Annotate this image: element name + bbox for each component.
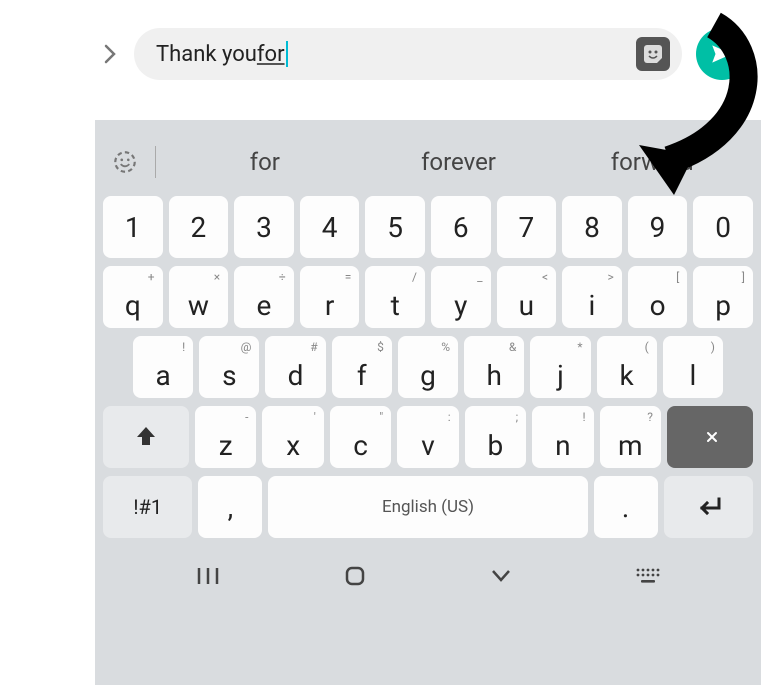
key-s[interactable]: @s: [199, 336, 259, 398]
key-3[interactable]: 3: [234, 196, 294, 258]
key-8[interactable]: 8: [562, 196, 622, 258]
compose-bar: Thank you for: [0, 0, 768, 100]
key-f[interactable]: $f: [332, 336, 392, 398]
key-k[interactable]: (k: [597, 336, 657, 398]
key-y[interactable]: _y: [431, 266, 491, 328]
suggestion-3[interactable]: forward: [555, 148, 749, 176]
message-text: Thank you for: [156, 41, 288, 67]
suggestion-2[interactable]: forever: [362, 148, 556, 176]
key-j[interactable]: *j: [530, 336, 590, 398]
suggestion-bar: for forever forward: [95, 132, 761, 192]
row-zxcv: -z 'x "c :v ;b !n ?m: [95, 402, 761, 472]
key-9[interactable]: 9: [628, 196, 688, 258]
backspace-key[interactable]: [667, 406, 753, 468]
key-q[interactable]: +q: [103, 266, 163, 328]
key-a[interactable]: !a: [133, 336, 193, 398]
keyboard-switch-icon[interactable]: [628, 562, 668, 590]
key-c[interactable]: "c: [330, 406, 391, 468]
key-2[interactable]: 2: [169, 196, 229, 258]
key-e[interactable]: ÷e: [234, 266, 294, 328]
period-key[interactable]: .: [594, 476, 658, 538]
key-p[interactable]: ]p: [693, 266, 753, 328]
key-7[interactable]: 7: [497, 196, 557, 258]
recents-nav-icon[interactable]: [188, 562, 228, 590]
send-button[interactable]: [696, 28, 748, 80]
message-input[interactable]: Thank you for: [134, 28, 682, 80]
key-i[interactable]: >i: [562, 266, 622, 328]
key-l[interactable]: )l: [663, 336, 723, 398]
key-z[interactable]: -z: [195, 406, 256, 468]
space-key[interactable]: English (US): [268, 476, 587, 538]
key-u[interactable]: <u: [497, 266, 557, 328]
comma-key[interactable]: ,: [198, 476, 262, 538]
key-h[interactable]: &h: [464, 336, 524, 398]
shift-key[interactable]: [103, 406, 189, 468]
key-d[interactable]: #d: [265, 336, 325, 398]
divider: [155, 146, 156, 178]
key-v[interactable]: :v: [397, 406, 458, 468]
key-x[interactable]: 'x: [262, 406, 323, 468]
key-b[interactable]: ;b: [465, 406, 526, 468]
key-6[interactable]: 6: [431, 196, 491, 258]
sticker-icon[interactable]: [636, 37, 670, 71]
key-n[interactable]: !n: [532, 406, 593, 468]
key-1[interactable]: 1: [103, 196, 163, 258]
back-nav-icon[interactable]: [481, 562, 521, 590]
key-w[interactable]: ×w: [169, 266, 229, 328]
key-4[interactable]: 4: [300, 196, 360, 258]
row-asdf: !a @s #d $f %g &h *j (k )l: [95, 332, 761, 402]
key-g[interactable]: %g: [398, 336, 458, 398]
soft-keyboard: for forever forward 1 2 3 4 5 6 7 8 9 0 …: [95, 120, 761, 685]
key-5[interactable]: 5: [365, 196, 425, 258]
key-o[interactable]: [o: [628, 266, 688, 328]
key-t[interactable]: /t: [365, 266, 425, 328]
row-bottom: !#1 , English (US) .: [95, 472, 761, 542]
symbols-key[interactable]: !#1: [103, 476, 192, 538]
key-0[interactable]: 0: [693, 196, 753, 258]
row-qwerty: +q ×w ÷e =r /t _y <u >i [o ]p: [95, 262, 761, 332]
enter-key[interactable]: [664, 476, 753, 538]
key-m[interactable]: ?m: [600, 406, 661, 468]
emoji-suggest-icon[interactable]: [107, 149, 143, 175]
key-r[interactable]: =r: [300, 266, 360, 328]
suggestion-1[interactable]: for: [168, 148, 362, 176]
number-row: 1 2 3 4 5 6 7 8 9 0: [95, 192, 761, 262]
expand-chevron-icon[interactable]: [100, 44, 120, 64]
home-nav-icon[interactable]: [335, 562, 375, 590]
android-nav-bar: [95, 542, 761, 602]
